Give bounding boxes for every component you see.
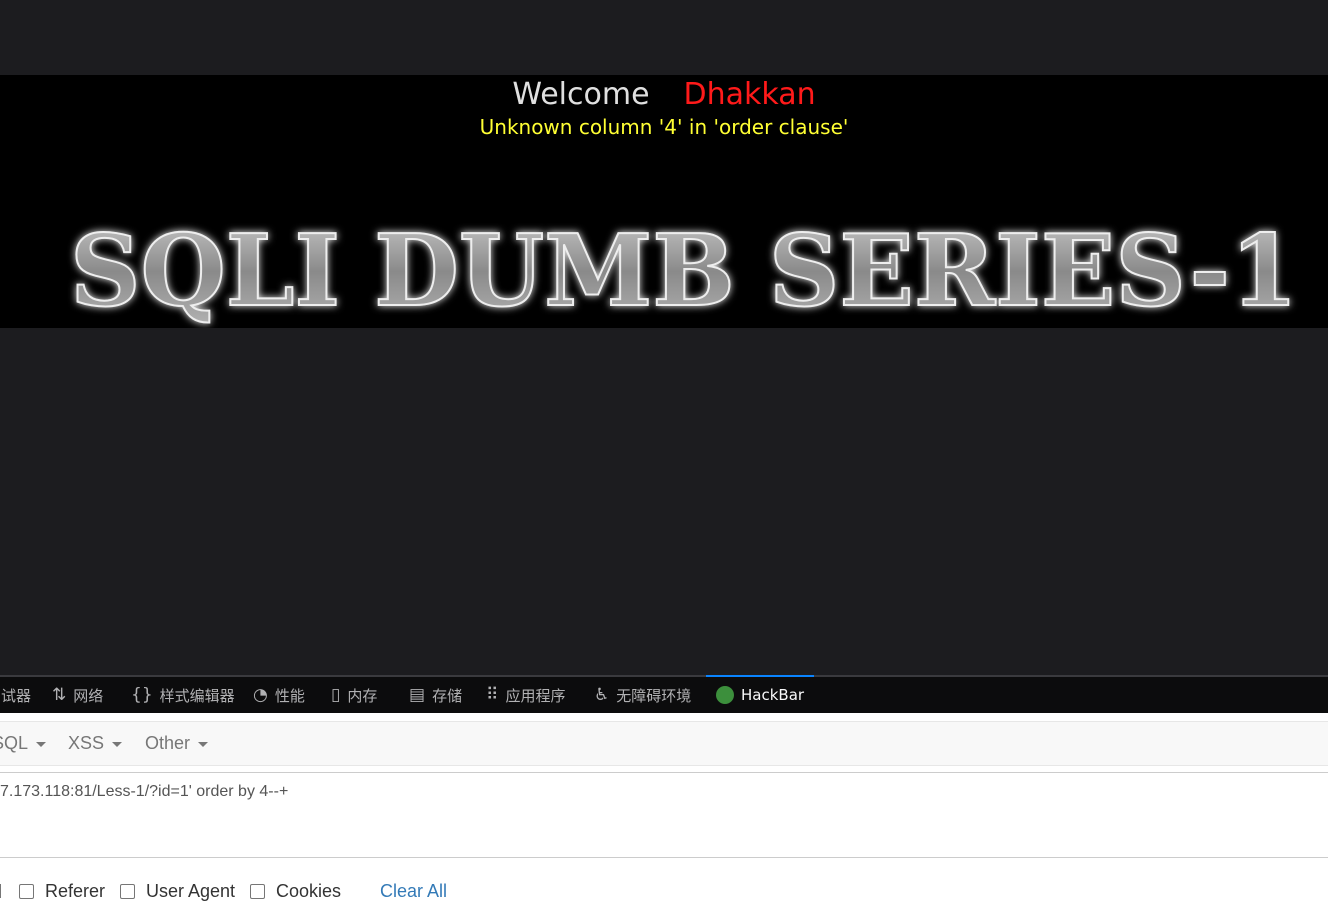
menu-sql-label: SQL bbox=[0, 733, 29, 753]
welcome-line: Welcome Dhakkan bbox=[0, 77, 1328, 112]
tab-debugger-label: 调试器 bbox=[0, 686, 32, 705]
option-cookies[interactable]: Cookies bbox=[250, 876, 341, 906]
tab-style-editor-label: 样式编辑器 bbox=[159, 686, 235, 705]
menu-xss-label: XSS bbox=[68, 733, 105, 753]
referer-checkbox[interactable] bbox=[19, 883, 34, 899]
tab-storage[interactable]: ▤ 存储 bbox=[409, 677, 462, 713]
hackbar-menu-bar: SQL XSS Other bbox=[0, 721, 1328, 766]
devtools-tab-bar: 调试器 ⇅ 网络 {} 样式编辑器 ◔ 性能 ▯ 内存 ▤ 存储 ⠿ 应用程序 ♿ 无障碍环境… bbox=[0, 675, 1328, 713]
tab-debugger[interactable]: 调试器 bbox=[0, 677, 31, 713]
page-body bbox=[0, 328, 1328, 675]
application-icon: ⠿ bbox=[486, 685, 499, 705]
clear-all-link[interactable]: Clear All bbox=[380, 876, 447, 906]
storage-icon: ▤ bbox=[409, 685, 426, 705]
tab-accessibility-label: 无障碍环境 bbox=[616, 686, 692, 705]
tab-accessibility[interactable]: ♿ 无障碍环境 bbox=[594, 677, 691, 713]
hackbar-icon bbox=[716, 686, 734, 704]
tab-application[interactable]: ⠿ 应用程序 bbox=[486, 677, 565, 713]
logo-text: SQLI DUMB SERIES-1 bbox=[70, 214, 1298, 328]
tab-memory-label: 内存 bbox=[347, 686, 378, 705]
menu-sql[interactable]: SQL bbox=[0, 722, 47, 765]
browser-top-area bbox=[0, 0, 1328, 75]
url-textarea[interactable]: 7.173.118:81/Less-1/?id=1' order by 4--+ bbox=[0, 772, 1328, 858]
url-value: 7.173.118:81/Less-1/?id=1' order by 4--+ bbox=[0, 783, 289, 800]
performance-icon: ◔ bbox=[253, 685, 268, 705]
option-partial bbox=[0, 876, 1, 906]
welcome-label: Welcome bbox=[512, 77, 650, 112]
chevron-down-icon bbox=[198, 742, 209, 747]
tab-hackbar[interactable]: HackBar bbox=[706, 675, 815, 713]
menu-other-label: Other bbox=[145, 733, 191, 753]
tab-network-label: 网络 bbox=[73, 686, 104, 705]
tab-performance-label: 性能 bbox=[274, 686, 305, 705]
tab-performance[interactable]: ◔ 性能 bbox=[253, 677, 305, 713]
menu-xss[interactable]: XSS bbox=[68, 722, 123, 765]
option-user-agent[interactable]: User Agent bbox=[120, 876, 235, 906]
network-icon: ⇅ bbox=[52, 685, 67, 705]
referer-label: Referer bbox=[45, 880, 106, 901]
tab-memory[interactable]: ▯ 内存 bbox=[331, 677, 377, 713]
cookies-checkbox[interactable] bbox=[250, 883, 265, 899]
tab-network[interactable]: ⇅ 网络 bbox=[52, 677, 103, 713]
welcome-username: Dhakkan bbox=[683, 77, 816, 112]
option-referer[interactable]: Referer bbox=[19, 876, 105, 906]
user-agent-checkbox[interactable] bbox=[120, 883, 135, 899]
sqli-dumb-series-logo: SQLI DUMB SERIES-1 bbox=[69, 213, 1299, 328]
menu-other[interactable]: Other bbox=[145, 722, 209, 765]
user-agent-label: User Agent bbox=[146, 880, 236, 901]
tab-application-label: 应用程序 bbox=[505, 686, 566, 705]
memory-icon: ▯ bbox=[331, 685, 341, 705]
chevron-down-icon bbox=[112, 742, 123, 747]
chevron-down-icon bbox=[36, 742, 47, 747]
sql-error-message: Unknown column '4' in 'order clause' bbox=[479, 115, 849, 139]
tab-storage-label: 存储 bbox=[432, 686, 463, 705]
tab-style-editor[interactable]: {} 样式编辑器 bbox=[131, 677, 235, 713]
cookies-label: Cookies bbox=[276, 880, 342, 901]
accessibility-icon: ♿ bbox=[594, 685, 610, 705]
hackbar-panel: SQL XSS Other 7.173.118:81/Less-1/?id=1'… bbox=[0, 713, 1328, 914]
tab-hackbar-label: HackBar bbox=[741, 686, 805, 704]
hackbar-options: Referer User Agent Cookies Clear All bbox=[0, 876, 1328, 906]
style-editor-icon: {} bbox=[131, 685, 153, 705]
